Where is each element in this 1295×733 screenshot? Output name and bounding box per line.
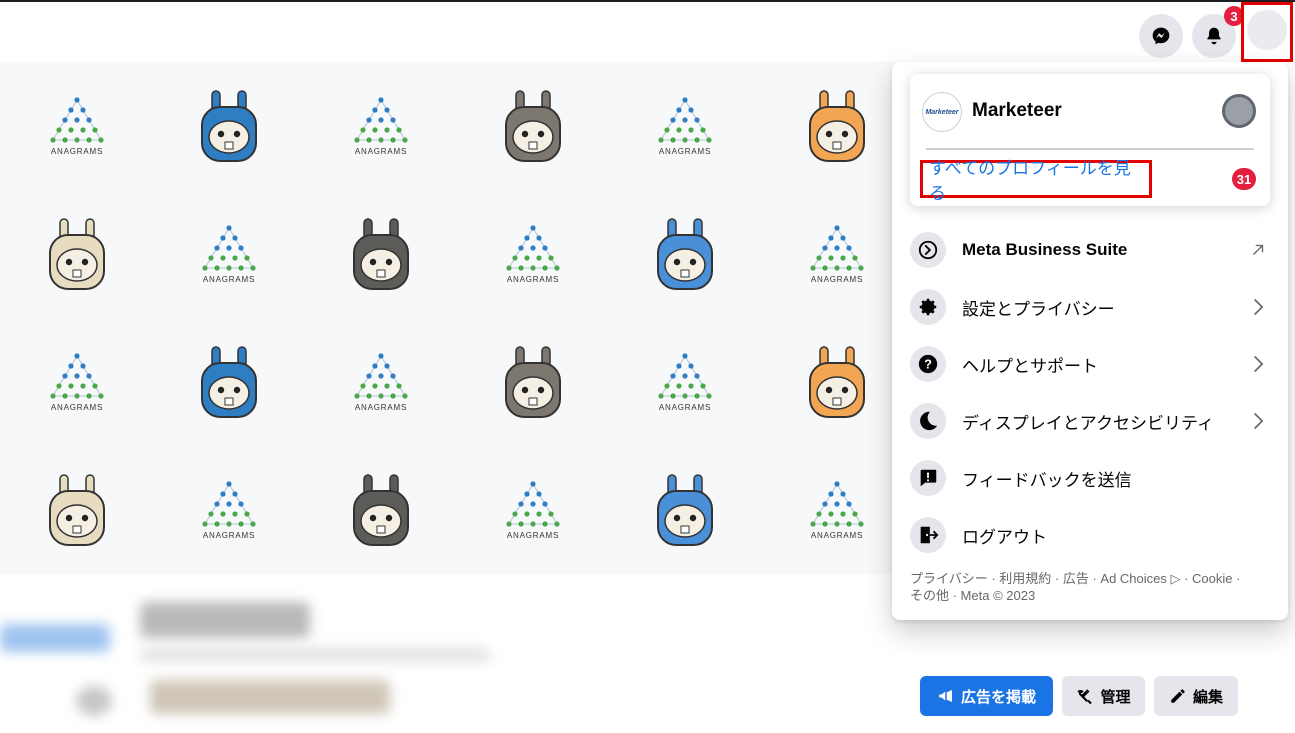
footer-links-line2[interactable]: その他 · Meta © 2023 — [910, 587, 1270, 604]
advertise-label: 広告を掲載 — [960, 688, 1036, 706]
menu-item-label: ディスプレイとアクセシビリティ — [962, 413, 1214, 433]
anagrams-logo-text: ANAGRAMS — [203, 275, 255, 284]
menu-item-send-feedback[interactable]: フィードバックを送信 — [910, 452, 1270, 504]
mascot-illustration — [326, 200, 436, 310]
profile-logo[interactable]: Marketeer — [922, 92, 962, 132]
business-suite-icon — [910, 232, 946, 268]
profile-logo-text: Marketeer — [925, 108, 959, 116]
menu-item-label: フィードバックを送信 — [962, 470, 1132, 490]
anagrams-logo-text: ANAGRAMS — [355, 403, 407, 412]
top-navigation-bar: 3 — [0, 2, 1295, 62]
anagrams-logo: ANAGRAMS — [326, 72, 436, 182]
svg-text:?: ? — [924, 357, 932, 372]
see-all-profiles-link[interactable]: すべてのプロフィールを見る — [920, 159, 1152, 203]
anagrams-logo-text: ANAGRAMS — [811, 275, 863, 284]
anagrams-logo: ANAGRAMS — [782, 456, 892, 566]
anagrams-logo: ANAGRAMS — [630, 328, 740, 438]
anagrams-logo: ANAGRAMS — [174, 200, 284, 310]
tools-icon — [1077, 689, 1093, 705]
menu-item-settings-privacy[interactable]: 設定とプライバシー — [910, 281, 1270, 333]
chevron-right-icon — [1246, 352, 1270, 376]
anagrams-logo-text: ANAGRAMS — [203, 531, 255, 540]
chevron-right-icon — [1246, 295, 1270, 319]
switch-profile-icon[interactable] — [1222, 94, 1256, 128]
mascot-illustration — [630, 200, 740, 310]
edit-label: 編集 — [1192, 688, 1223, 706]
mascot-illustration — [174, 328, 284, 438]
moon-icon — [910, 403, 946, 439]
anagrams-logo-text: ANAGRAMS — [51, 147, 103, 156]
menu-item-label: Meta Business Suite — [962, 240, 1128, 259]
anagrams-logo: ANAGRAMS — [630, 72, 740, 182]
edit-button[interactable]: 編集 — [1154, 676, 1238, 716]
see-all-profiles-label: すべてのプロフィールを見る — [929, 159, 1131, 203]
menu-item-label: ヘルプとサポート — [962, 356, 1098, 376]
anagrams-logo: ANAGRAMS — [22, 72, 132, 182]
manage-label: 管理 — [1100, 688, 1131, 706]
notifications-button[interactable]: 3 — [1192, 6, 1244, 58]
pencil-icon — [1171, 689, 1185, 703]
divider — [926, 148, 1254, 150]
blurred-followers — [150, 680, 390, 714]
megaphone-icon — [939, 690, 952, 702]
messenger-icon — [1152, 27, 1170, 45]
menu-item-label: 設定とプライバシー — [962, 299, 1115, 319]
cover-photo: ANAGRAMS ANAGRAMS ANAGRAMS ANAGRAMS ANAGRAMS… — [0, 62, 912, 574]
anagrams-logo-text: ANAGRAMS — [355, 147, 407, 156]
chevron-right-icon — [1246, 409, 1270, 433]
external-arrow-icon — [1246, 238, 1270, 262]
footer-links-line1[interactable]: プライバシー · 利用規約 · 広告 · Ad Choices ▷ · Cook… — [910, 570, 1270, 587]
mascot-illustration — [326, 456, 436, 566]
blurred-element — [0, 624, 110, 652]
anagrams-logo-text: ANAGRAMS — [659, 403, 711, 412]
mascot-illustration — [22, 200, 132, 310]
menu-item-label: ログアウト — [962, 527, 1047, 547]
mascot-illustration — [174, 72, 284, 182]
mascot-illustration — [22, 456, 132, 566]
anagrams-logo: ANAGRAMS — [174, 456, 284, 566]
anagrams-logo: ANAGRAMS — [782, 200, 892, 310]
manage-button[interactable]: 管理 — [1062, 676, 1145, 716]
blurred-element — [76, 686, 112, 716]
menu-footer: プライバシー · 利用規約 · 広告 · Ad Choices ▷ · Cook… — [910, 570, 1270, 604]
bell-icon — [1207, 27, 1221, 45]
menu-item-meta-business-suite[interactable]: Meta Business Suite — [910, 224, 1270, 276]
gear-icon — [910, 289, 946, 325]
menu-item-help-support[interactable]: ? ヘルプとサポート — [910, 338, 1270, 390]
account-menu: Marketeer Marketeer すべてのプロフィールを見る 31 Met… — [892, 62, 1288, 620]
mascot-illustration — [782, 328, 892, 438]
anagrams-logo: ANAGRAMS — [478, 456, 588, 566]
anagrams-logo: ANAGRAMS — [326, 328, 436, 438]
profile-name[interactable]: Marketeer — [972, 100, 1062, 122]
anagrams-logo-text: ANAGRAMS — [659, 147, 711, 156]
avatar-highlight-box — [1241, 2, 1293, 62]
profile-card: Marketeer Marketeer すべてのプロフィールを見る 31 — [910, 74, 1270, 206]
messenger-button[interactable] — [1139, 14, 1183, 58]
anagrams-logo: ANAGRAMS — [22, 328, 132, 438]
logout-icon — [910, 517, 946, 553]
mascot-illustration — [478, 72, 588, 182]
menu-item-display-accessibility[interactable]: ディスプレイとアクセシビリティ — [910, 395, 1270, 447]
mascot-illustration — [478, 328, 588, 438]
menu-item-logout[interactable]: ログアウト — [910, 509, 1270, 561]
advertise-button[interactable]: 広告を掲載 — [920, 676, 1053, 716]
blurred-page-name — [140, 602, 310, 638]
blurred-element — [140, 648, 490, 662]
anagrams-logo: ANAGRAMS — [478, 200, 588, 310]
anagrams-logo-text: ANAGRAMS — [51, 403, 103, 412]
anagrams-logo-text: ANAGRAMS — [811, 531, 863, 540]
mascot-illustration — [630, 456, 740, 566]
anagrams-logo-text: ANAGRAMS — [507, 275, 559, 284]
mascot-illustration — [782, 72, 892, 182]
profiles-count-badge: 31 — [1232, 168, 1256, 190]
feedback-icon — [910, 460, 946, 496]
blurred-profile-area — [0, 574, 900, 733]
help-icon: ? — [910, 346, 946, 382]
anagrams-logo-text: ANAGRAMS — [507, 531, 559, 540]
